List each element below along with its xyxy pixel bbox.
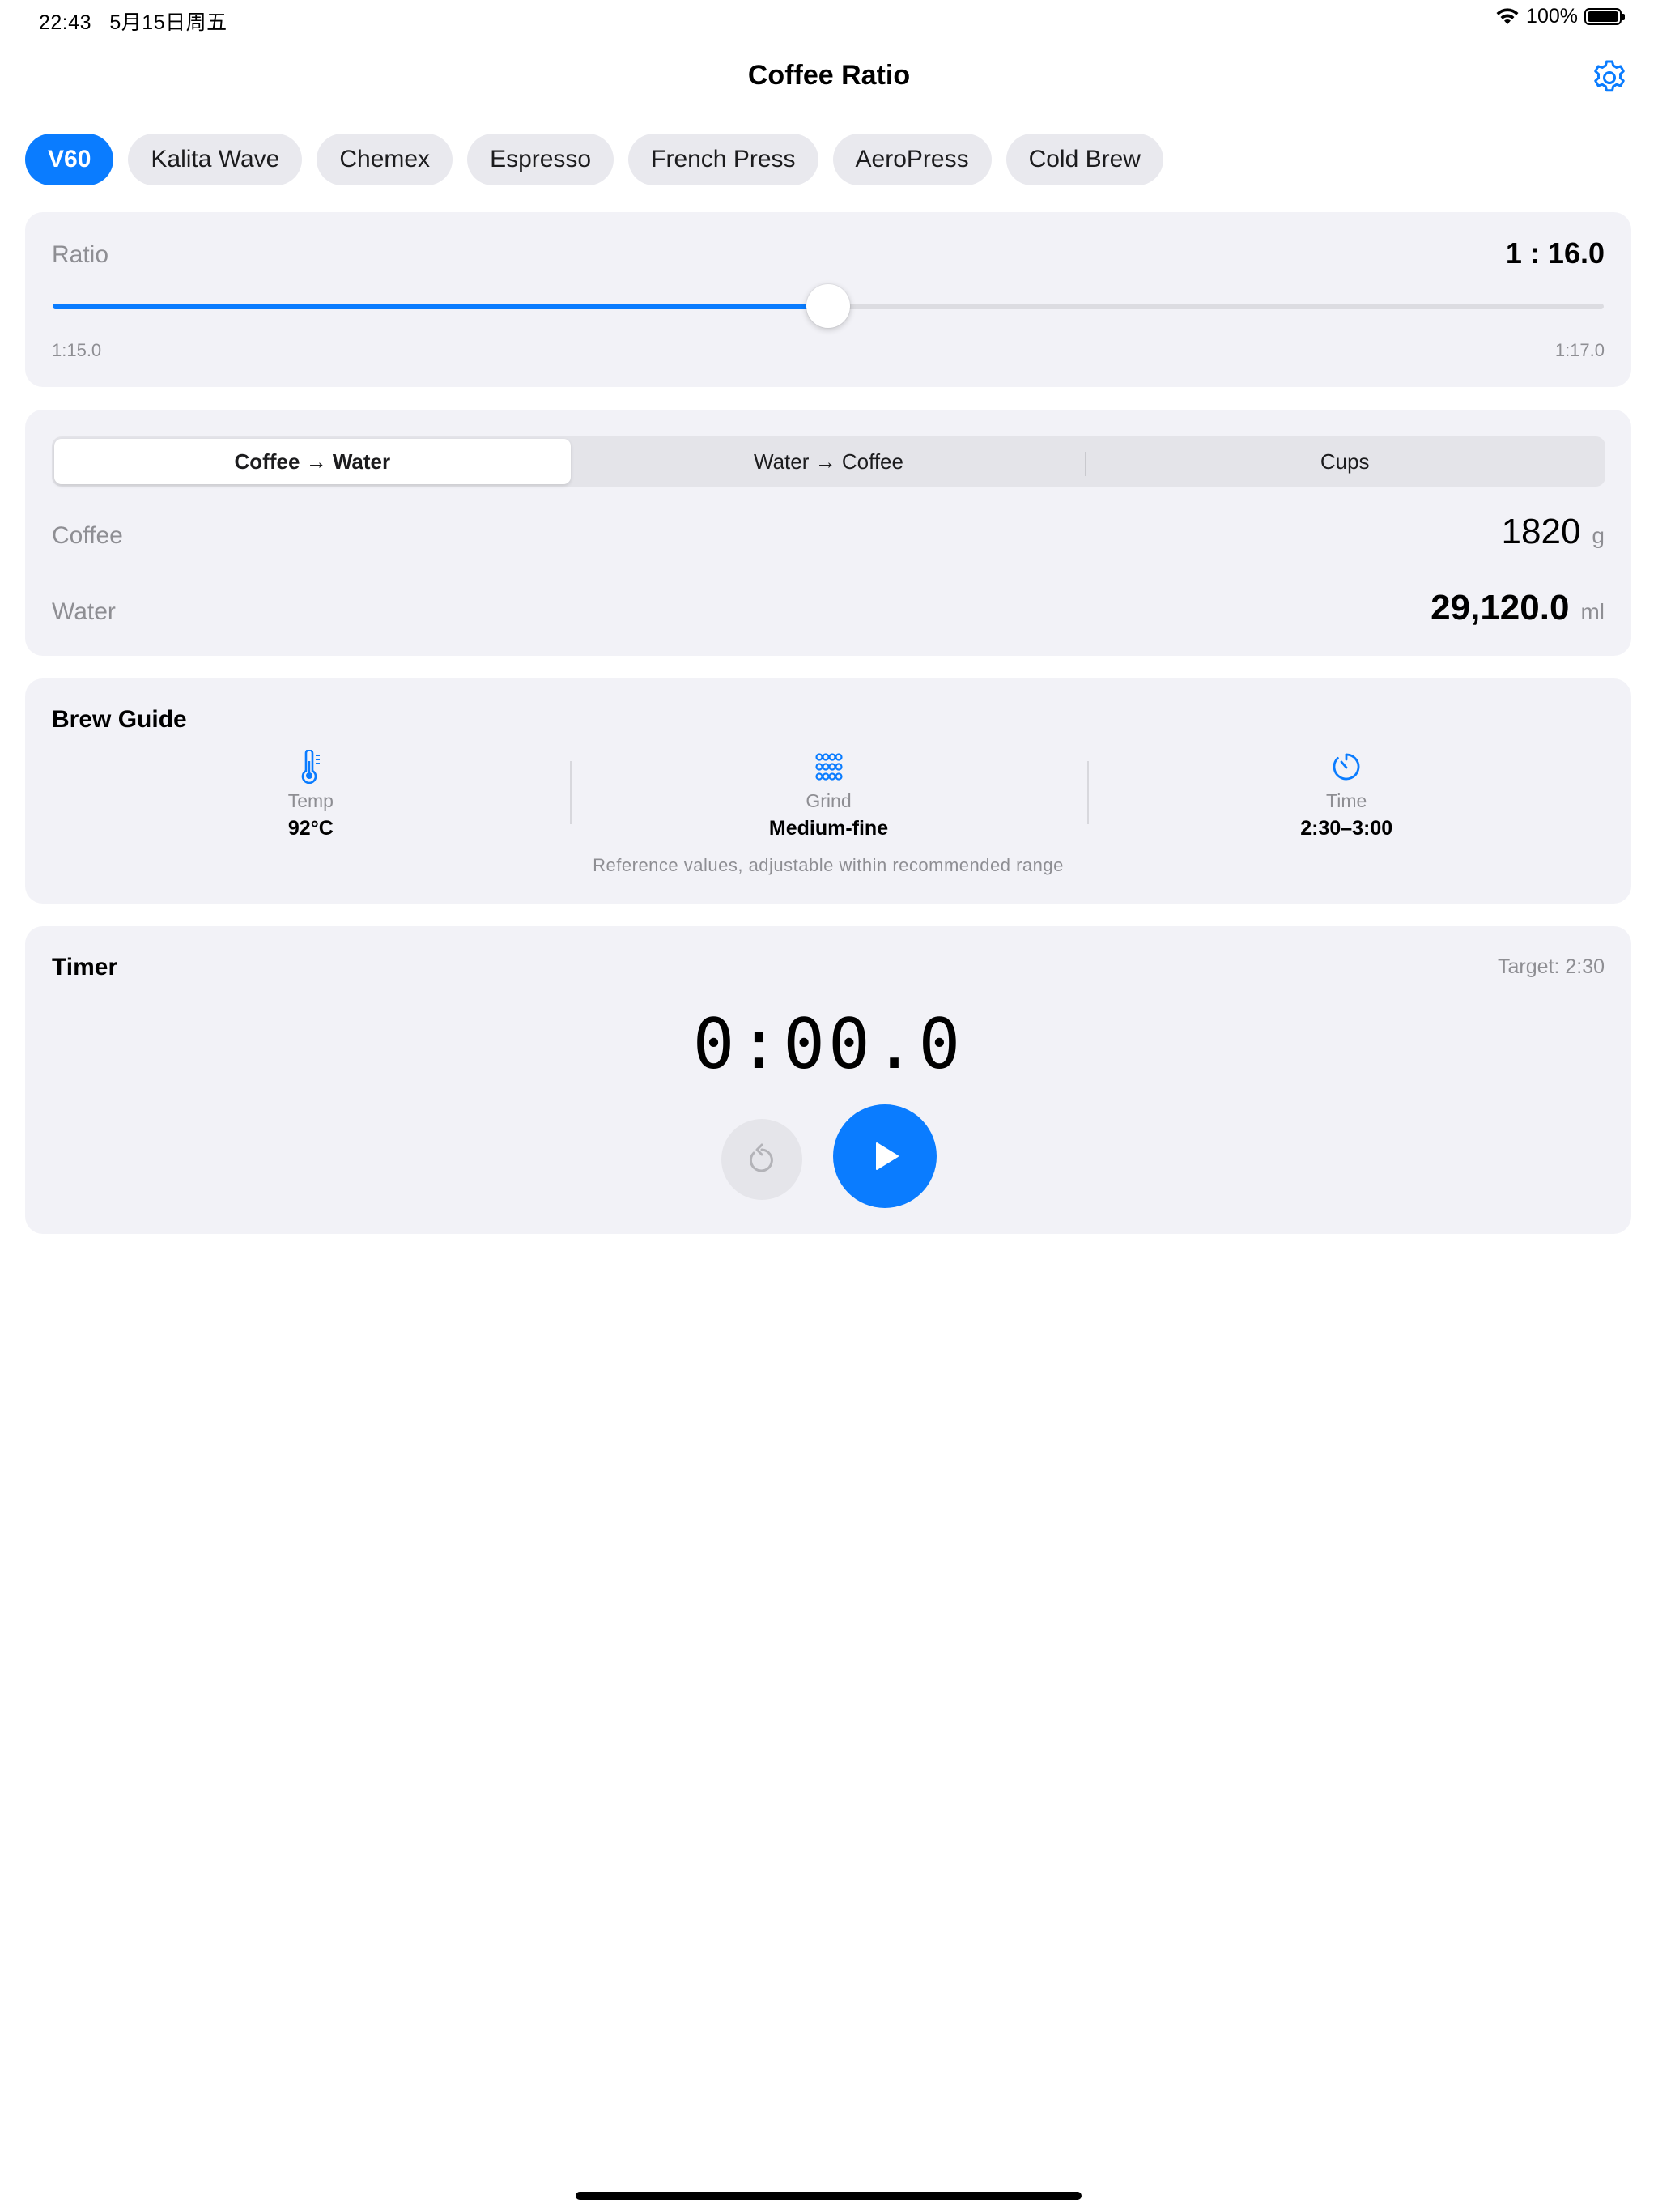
brew-guide-note: Reference values, adjustable within reco…: [593, 855, 1064, 875]
water-amount: 29,120.0: [1431, 588, 1570, 627]
reset-icon: [749, 1143, 773, 1172]
battery-icon: [1584, 8, 1625, 25]
segment-cups[interactable]: Cups: [1086, 439, 1603, 484]
wifi-icon: [1496, 7, 1519, 24]
guide-time-value: 2:30–3:00: [1300, 817, 1393, 840]
mode-segmented-control: Coffee → Water Water → Coffee Cups: [52, 436, 1605, 487]
method-chip-kalita-wave[interactable]: Kalita Wave: [128, 134, 303, 185]
guide-temp-value: 92°C: [287, 817, 334, 840]
method-chip-chemex[interactable]: Chemex: [317, 134, 453, 185]
ratio-slider-thumb[interactable]: [806, 284, 850, 328]
gear-icon: [1594, 60, 1625, 92]
coffee-unit: g: [1592, 523, 1605, 548]
ratio-card: Ratio 1 : 16.0 1:15.0 1:17.0: [25, 212, 1631, 387]
timer-title: Timer: [52, 954, 118, 981]
grind-grid-icon: [570, 750, 1088, 784]
segment-coffee-to-water[interactable]: Coffee → Water: [54, 439, 571, 484]
converter-card: Coffee → Water Water → Coffee Cups Coffe…: [25, 410, 1631, 656]
brew-guide-card: Brew Guide Temp 92°C Grind Medium-fine T…: [25, 678, 1631, 904]
coffee-row: Coffee 1820 g: [52, 512, 1605, 552]
method-chip-cold-brew[interactable]: Cold Brew: [1005, 134, 1163, 185]
status-right: 100%: [1495, 5, 1625, 28]
guide-grind-value: Medium-fine: [768, 817, 889, 840]
home-indicator: [576, 2192, 1082, 2200]
method-chip-v60[interactable]: V60: [25, 134, 114, 185]
method-chip-french-press[interactable]: French Press: [628, 134, 818, 185]
thermometer-icon: [52, 750, 570, 784]
method-chip-espresso[interactable]: Espresso: [467, 134, 614, 185]
guide-temp-label: Temp: [287, 790, 334, 811]
water-row: Water 29,120.0 ml: [52, 588, 1605, 628]
timer-card: Timer Target: 2:30 0:00.0: [25, 926, 1631, 1234]
settings-button[interactable]: [1590, 58, 1629, 97]
status-time: 22:43 5月15日周五: [39, 6, 227, 36]
guide-grind-label: Grind: [806, 790, 852, 811]
timer-target: Target: 2:30: [1497, 955, 1605, 978]
ratio-slider-fill: [53, 304, 828, 309]
ratio-label: Ratio: [52, 241, 109, 268]
coffee-amount-input[interactable]: 1820: [1502, 512, 1581, 551]
play-timer-button[interactable]: [833, 1104, 937, 1208]
status-bar: 22:43 5月15日周五 100%: [0, 0, 1658, 40]
guide-time: Time 2:30–3:00: [1087, 750, 1605, 840]
timer-icon: [1087, 750, 1605, 784]
ratio-value: 1 : 16.0: [1505, 236, 1605, 270]
guide-grind: Grind Medium-fine: [569, 750, 1088, 840]
water-unit: ml: [1580, 599, 1605, 624]
brew-guide-columns: Temp 92°C Grind Medium-fine Time 2:30–3:…: [52, 750, 1605, 840]
method-chip-aeropress[interactable]: AeroPress: [832, 134, 992, 185]
ratio-min-label: 1:15.0: [52, 340, 102, 360]
guide-temp: Temp 92°C: [52, 750, 570, 840]
play-icon: [876, 1142, 899, 1170]
ratio-max-label: 1:17.0: [1554, 340, 1605, 360]
page-title: Coffee Ratio: [747, 60, 911, 91]
method-chips: V60 Kalita Wave Chemex Espresso French P…: [25, 134, 1163, 185]
status-date: 5月15日周五: [109, 11, 227, 34]
battery-percent: 100%: [1526, 5, 1578, 28]
clock-time: 22:43: [39, 11, 92, 34]
segment-water-to-coffee[interactable]: Water → Coffee: [571, 439, 1087, 484]
reset-timer-button[interactable]: [721, 1119, 802, 1200]
timer-display: 0:00.0: [692, 1004, 964, 1085]
guide-time-label: Time: [1326, 790, 1367, 811]
ratio-slider[interactable]: [53, 284, 1604, 328]
coffee-label: Coffee: [52, 522, 123, 549]
water-label: Water: [52, 598, 116, 625]
brew-guide-title: Brew Guide: [52, 706, 187, 733]
